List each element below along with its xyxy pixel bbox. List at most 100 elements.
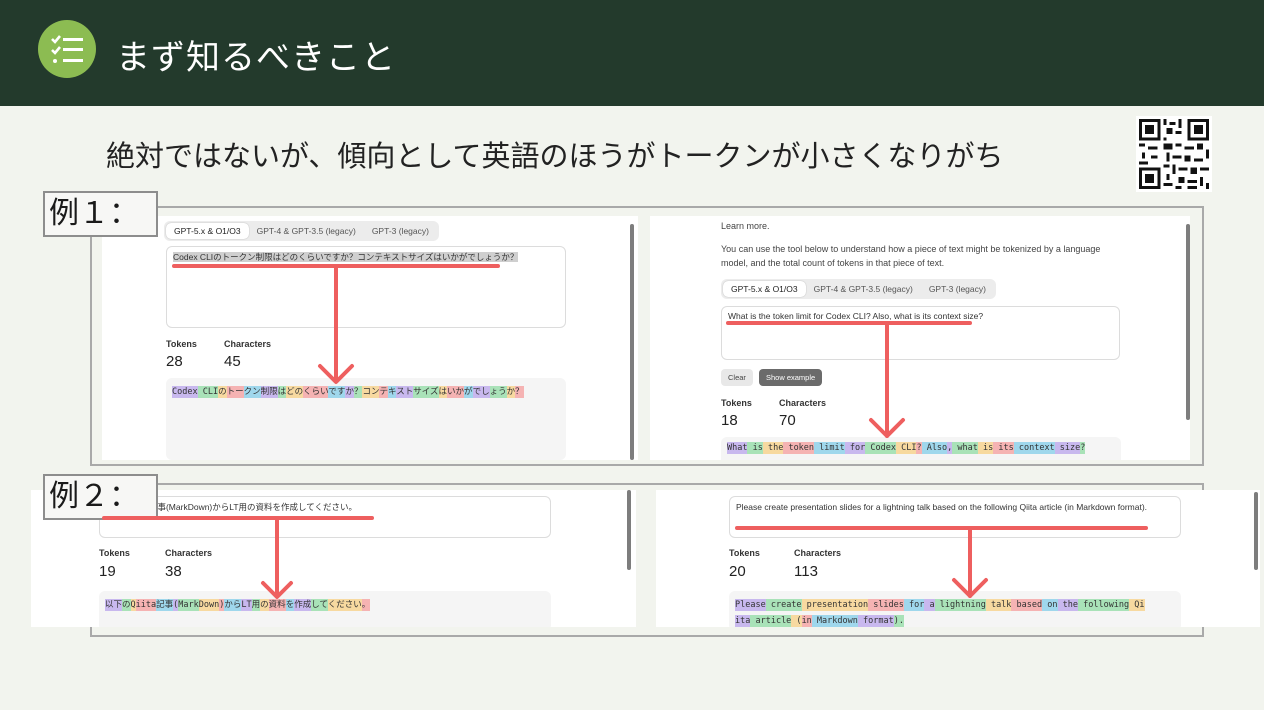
token: Markdown	[811, 615, 858, 627]
tokenized-output: Please create presentation slides for a …	[729, 591, 1181, 627]
token: テ	[379, 386, 388, 398]
tab-gpt3[interactable]: GPT-3 (legacy)	[364, 223, 437, 239]
example1-label: 例１：	[43, 191, 158, 237]
tokens-value: 19	[99, 563, 116, 580]
token: 制限	[260, 386, 278, 398]
token: ください	[327, 599, 362, 611]
token: What	[727, 442, 748, 454]
characters-label: Characters	[794, 548, 842, 558]
characters-label: Characters	[779, 398, 827, 408]
token: から	[224, 599, 242, 611]
token: して	[311, 599, 328, 611]
token: the	[1057, 599, 1078, 611]
text-input[interactable]: What is the token limit for Codex CLI? A…	[721, 306, 1120, 360]
token: context	[1013, 442, 1055, 454]
token: presentation	[801, 599, 869, 611]
token: でし	[472, 386, 490, 398]
characters-value: 38	[165, 563, 182, 580]
token: Mark	[178, 599, 199, 611]
token: LT	[241, 599, 252, 611]
tokens-label: Tokens	[721, 398, 752, 408]
token: token	[783, 442, 815, 454]
tab-gpt4[interactable]: GPT-4 & GPT-3.5 (legacy)	[249, 223, 364, 239]
token: ?	[916, 442, 922, 454]
token: の	[260, 599, 269, 611]
token: create	[765, 599, 802, 611]
tokens-label: Tokens	[99, 548, 130, 558]
token: ？	[515, 386, 524, 398]
characters-value: 45	[224, 353, 241, 370]
example1-left-panel: GPT-5.x & O1/O3 GPT-4 & GPT-3.5 (legacy)…	[102, 216, 638, 460]
tokenized-output: 以下のQiita記事(MarkDown)からLT用の資料を作成してください。	[99, 591, 551, 627]
token: が	[464, 386, 473, 398]
token: キ	[388, 386, 397, 398]
token: format	[857, 615, 894, 627]
token: a	[924, 599, 935, 611]
token: 作成	[294, 599, 312, 611]
token: following	[1077, 599, 1130, 611]
token: CLI	[197, 386, 219, 398]
token: クン	[243, 386, 261, 398]
token: based	[1011, 599, 1043, 611]
example2-label: 例２：	[43, 474, 158, 520]
token: サイズ	[413, 386, 439, 398]
token: Down	[198, 599, 220, 611]
token: its	[993, 442, 1014, 454]
token: Q	[130, 599, 136, 611]
token: は	[438, 386, 448, 398]
characters-label: Characters	[165, 548, 213, 558]
model-tabs: GPT-5.x & O1/O3 GPT-4 & GPT-3.5 (legacy)…	[721, 279, 996, 299]
token: ).	[893, 615, 904, 627]
token: limit	[814, 442, 845, 454]
token: CLI	[895, 442, 917, 454]
text-input[interactable]: Please create presentation slides for a …	[729, 496, 1181, 538]
token: slides	[868, 599, 904, 611]
token: 記事	[156, 599, 174, 611]
characters-value: 113	[794, 563, 818, 580]
text-input[interactable]: 以下のQiita記事(MarkDown)からLT用の資料を作成してください。	[99, 496, 551, 538]
tokens-value: 28	[166, 353, 183, 370]
token: on	[1042, 599, 1058, 611]
tokens-label: Tokens	[166, 339, 197, 349]
token: を	[285, 599, 295, 611]
tab-gpt5[interactable]: GPT-5.x & O1/O3	[166, 223, 249, 239]
clear-button[interactable]: Clear	[721, 369, 753, 386]
input-text: What is the token limit for Codex CLI? A…	[728, 311, 984, 321]
token: size	[1054, 442, 1081, 454]
tab-gpt5[interactable]: GPT-5.x & O1/O3	[723, 281, 806, 297]
token: です	[328, 386, 346, 398]
token: is	[747, 442, 763, 454]
token: lightning	[934, 599, 986, 611]
token: どの	[286, 386, 304, 398]
token: 資料	[268, 599, 286, 611]
token: (	[791, 615, 802, 627]
token: か	[345, 386, 354, 398]
scrollbar[interactable]	[1186, 224, 1190, 420]
token: for	[844, 442, 866, 454]
token: Also	[921, 442, 948, 454]
scrollbar[interactable]	[1254, 492, 1258, 570]
tab-gpt3[interactable]: GPT-3 (legacy)	[921, 281, 994, 297]
learn-more-link[interactable]: Learn more.	[721, 219, 770, 233]
tab-gpt4[interactable]: GPT-4 & GPT-3.5 (legacy)	[806, 281, 921, 297]
tokens-value: 20	[729, 563, 746, 580]
token: for	[903, 599, 925, 611]
page-title: まず知るべきこと	[116, 38, 396, 78]
token: トー	[226, 386, 244, 398]
token: 用	[251, 599, 261, 611]
token: Qi	[1129, 599, 1145, 611]
token: the	[762, 442, 784, 454]
scrollbar[interactable]	[630, 224, 634, 460]
example2-right-panel: Please create presentation slides for a …	[656, 490, 1260, 627]
text-input[interactable]: Codex CLIのトークン制限はどのくらいですか？コンテキストサイズはいかがで…	[166, 246, 566, 328]
scrollbar[interactable]	[627, 490, 631, 570]
tokenized-output: Codex CLIのトークン制限はどのくらいですか？コンテキストサイズはいかがで…	[166, 378, 566, 460]
input-text: Codex CLIのトークン制限はどのくらいですか？コンテキストサイズはいかがで…	[173, 252, 519, 262]
token: in	[801, 615, 812, 627]
token: の	[122, 599, 131, 611]
token: いか	[447, 386, 465, 398]
token: Codex	[865, 442, 896, 454]
qr-code	[1136, 116, 1212, 192]
show-example-button[interactable]: Show example	[759, 369, 823, 386]
token: スト	[396, 386, 414, 398]
